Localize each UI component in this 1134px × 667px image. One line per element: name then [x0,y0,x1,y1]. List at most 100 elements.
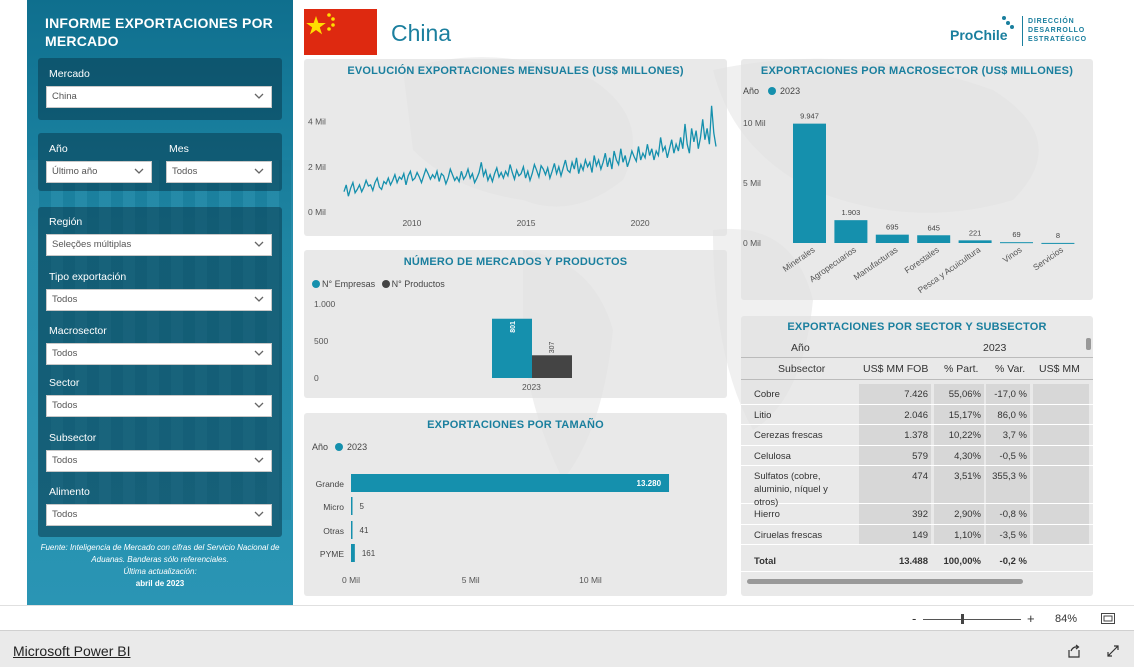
alimento-value: Todos [52,509,78,520]
macrosector-bar [917,235,951,243]
table-cell: 4,30% [934,445,984,465]
bar-value-label: 5 [360,502,365,511]
chevron-down-icon [254,511,264,517]
tipo-exportacion-dropdown[interactable]: Todos [46,289,272,311]
monthly-exports-chart: 0 Mil 2 Mil 4 Mil 2010 2015 2020 [308,105,717,228]
zoom-out-button[interactable]: - [912,611,916,626]
x-tick-label: 10 Mil [579,575,602,585]
monthly-exports-line [343,105,717,197]
logo-line-3: ESTRATÉGICO [1028,36,1087,43]
table-cell [1033,551,1089,571]
monthly-exports-card[interactable]: EVOLUCIÓN EXPORTACIONES MENSUALES (US$ M… [304,59,727,236]
table-cell: Ciruelas frescas [754,529,823,541]
filter-label-anio: Año [49,143,68,155]
table-row[interactable]: Cerezas frescas 1.378 10,22% 3,7 % [741,425,1093,446]
share-icon[interactable] [1067,644,1081,658]
x-tick-label: 0 Mil [342,575,360,585]
table-cell [1033,504,1089,524]
fit-page-icon[interactable] [1101,613,1115,624]
size-card[interactable]: EXPORTACIONES POR TAMAÑO Año 2023 Grande… [304,413,727,596]
table-cell [1033,466,1089,503]
table-row[interactable]: Litio 2.046 15,17% 86,0 % [741,404,1093,425]
zoom-in-button[interactable]: + [1027,611,1035,626]
mercado-dropdown[interactable]: China [46,86,272,108]
chevron-down-icon [254,93,264,99]
x-tick-label: 5 Mil [462,575,480,585]
table-cell: -3,5 % [986,524,1030,544]
logo-line-2: DESARROLLO [1028,27,1085,34]
report-page: INFORME EXPORTACIONES POR MERCADO Mercad… [0,0,1134,605]
table-cell [1033,404,1089,424]
table-cell: 7.426 [859,384,931,404]
table-cell: 3,7 % [986,425,1030,445]
size-bar [351,521,353,539]
macrosector-bar [1041,242,1075,244]
table-total-row[interactable]: Total 13.488 100,00% -0,2 % [741,551,1093,572]
table-row[interactable]: Hierro 392 2,90% -0,8 % [741,504,1093,525]
table-cell: 1,10% [934,524,984,544]
anio-value: Último año [52,166,98,177]
size-bar [351,497,353,515]
table-cell: 1.378 [859,425,931,445]
markets-bar [532,355,572,378]
x-tick-label: 2020 [631,218,650,228]
table-cell: 15,17% [934,404,984,424]
horizontal-scrollbar[interactable] [747,579,1023,584]
bar-value-label: 13.280 [637,479,662,488]
col-part[interactable]: % Part. [944,363,978,375]
col-var[interactable]: % Var. [995,363,1025,375]
table-cell: 2.046 [859,404,931,424]
macrosector-value: Todos [52,348,78,359]
col-fob-2[interactable]: US$ MM [1039,363,1080,375]
table-row[interactable]: Sulfatos (cobre, aluminio, níquel y otro… [741,466,1093,508]
prochile-logo: ProChile DIRECCIÓN DESARROLLO ESTRATÉGIC… [948,14,1098,48]
x-tick-label: 2010 [402,218,421,228]
markets-products-card[interactable]: NÚMERO DE MERCADOS Y PRODUCTOS N° Empres… [304,250,727,398]
category-label: Servicios [1031,244,1065,272]
table-cell [1033,524,1089,544]
size-bar [351,544,355,562]
mes-dropdown[interactable]: Todos [166,161,272,183]
bar-value-label: 645 [927,223,940,232]
table-cell: -0,8 % [986,504,1030,524]
macrosector-bar [793,123,826,243]
table-cell: 55,06% [934,384,984,404]
table-cell: -17,0 % [986,384,1030,404]
col-fob[interactable]: US$ MM FOB [863,363,928,375]
table-cell: Celulosa [754,450,791,462]
alimento-dropdown[interactable]: Todos [46,504,272,526]
col-subsector[interactable]: Subsector [778,363,825,375]
y-tick-label: 5 Mil [743,178,761,188]
subsector-dropdown[interactable]: Todos [46,450,272,472]
y-tick-label: 0 Mil [308,207,326,217]
anio-dropdown[interactable]: Último año [46,161,152,183]
powerbi-link[interactable]: Microsoft Power BI [13,643,130,659]
table-row[interactable]: Celulosa 579 4,30% -0,5 % [741,445,1093,466]
subsector-card[interactable]: EXPORTACIONES POR SECTOR Y SUBSECTOR Año… [741,316,1093,596]
bar-value-label: 221 [969,228,982,237]
sector-dropdown[interactable]: Todos [46,395,272,417]
chevron-down-icon [254,241,264,247]
category-label: Manufacturas [852,244,900,282]
table-cell: 2,90% [934,504,984,524]
mes-value: Todos [172,166,198,177]
bar-value-label: 1.903 [842,208,861,217]
table-row[interactable]: Ciruelas frescas 149 1,10% -3,5 % [741,524,1093,545]
zoom-slider-thumb[interactable] [961,614,964,624]
vertical-scrollbar[interactable] [1086,338,1091,350]
category-label: Vinos [1001,244,1024,264]
macrosector-dropdown[interactable]: Todos [46,343,272,365]
table-cell [1033,445,1089,465]
bar-value-label: 307 [549,341,556,353]
updated-label: Última actualización: [123,567,197,576]
zoom-slider-track[interactable] [923,619,1021,620]
updated-value: abril de 2023 [135,579,185,588]
report-title: INFORME EXPORTACIONES POR MERCADO [45,15,273,49]
region-dropdown[interactable]: Seleções múltiplas [46,234,272,256]
table-cell: 149 [859,524,931,544]
table-row[interactable]: Cobre 7.426 55,06% -17,0 % [741,384,1093,405]
macrosector-card[interactable]: EXPORTACIONES POR MACROSECTOR (US$ MILLO… [741,59,1093,300]
filter-label-subsector: Subsector [49,432,97,444]
fullscreen-icon[interactable] [1106,644,1120,658]
source-footnote: Fuente: Inteligencia de Mercado con cifr… [25,542,295,590]
